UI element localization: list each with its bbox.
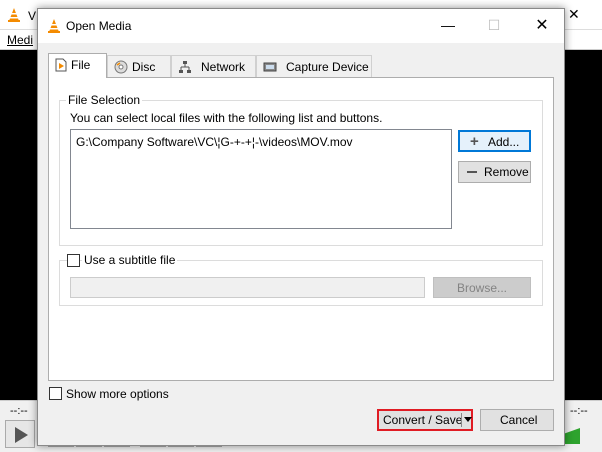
file-selection-group-label: File Selection [66,93,143,107]
play-button[interactable] [5,420,35,448]
open-media-dialog: Open Media — ☐ ✕ File Disc Network Captu… [37,8,565,446]
vlc-window-title: V [28,9,37,23]
tab-disc-label: Disc [132,60,156,74]
vlc-menu-media[interactable]: Medi [7,33,33,47]
plus-icon: + [470,133,479,150]
dialog-title: Open Media [66,19,132,33]
subtitle-path-field [70,277,425,298]
minimize-icon[interactable]: — [438,17,458,33]
add-button-label: Add... [488,135,520,149]
vlc-close-icon[interactable]: ✕ [568,6,580,23]
file-list[interactable]: G:\Company Software\VC\¦G-+-+¦-\videos\M… [70,129,452,229]
tab-capture-device[interactable]: Capture Device [256,55,372,77]
convert-save-label: Convert / Save [383,413,463,427]
tab-network[interactable]: Network [171,55,256,77]
elapsed-time: --:-- [10,405,28,417]
total-time: --:-- [570,405,588,417]
minus-icon [467,171,477,173]
add-button[interactable]: + Add... [458,130,531,152]
tab-page-file: File Selection You can select local file… [48,77,554,381]
capture-device-icon [263,60,277,77]
convert-save-button[interactable]: Convert / Save [377,409,473,431]
subtitle-checkbox-label[interactable]: Use a subtitle file [82,253,178,267]
browse-button: Browse... [433,277,531,298]
split-divider [461,413,462,427]
maximize-icon: ☐ [487,17,501,33]
close-icon[interactable]: ✕ [532,15,552,35]
file-icon [55,58,67,75]
remove-button[interactable]: Remove [458,161,531,183]
remove-button-label: Remove [484,165,529,179]
tab-file[interactable]: File [48,53,107,78]
vlc-cone-icon [6,7,22,26]
browse-button-label: Browse... [457,281,508,295]
cancel-button[interactable]: Cancel [480,409,554,431]
dialog-titlebar: Open Media — ☐ ✕ [38,9,564,43]
list-item[interactable]: G:\Company Software\VC\¦G-+-+¦-\videos\M… [76,135,353,149]
show-more-options-checkbox[interactable] [49,387,62,400]
cancel-button-label: Cancel [500,413,538,427]
file-selection-description: You can select local files with the foll… [70,111,383,125]
network-icon [178,60,192,77]
tab-network-label: Network [201,60,246,74]
show-more-options-label[interactable]: Show more options [66,387,169,401]
disc-icon [114,60,128,77]
subtitle-checkbox[interactable] [67,254,80,267]
vlc-cone-icon [46,18,62,37]
chevron-down-icon[interactable] [464,417,472,422]
tab-disc[interactable]: Disc [107,55,171,77]
tab-capture-device-label: Capture Device [286,60,369,74]
tab-file-label: File [71,58,91,72]
